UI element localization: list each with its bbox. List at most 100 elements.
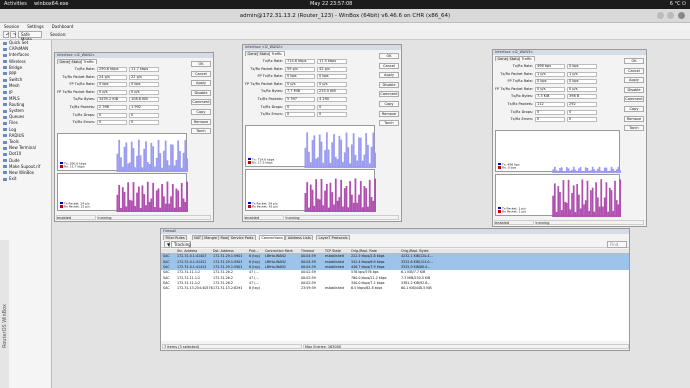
tab-bar: General Status Traffic (243, 50, 401, 56)
field-label: Tx/Rx Bytes: (72, 97, 95, 102)
field-row: FP Tx/Rx Rate: 0 bps 0 bps (493, 79, 603, 85)
remove-button[interactable]: Remove (624, 115, 644, 122)
table-cell: SAC (163, 286, 170, 291)
copy-button[interactable]: Copy (624, 106, 644, 112)
comment-button[interactable]: Comment (191, 99, 211, 106)
interface-window-1[interactable]: Interface <l2_WAN2> General Status Traffic T… (54, 52, 214, 222)
table-cell: 172.31.13.254:40576 (177, 286, 213, 291)
field-value-tx: 0 (97, 112, 127, 118)
field-row: Tx/Rx Packets: 2 398 1 992 (55, 105, 165, 110)
table-cell: established (325, 286, 344, 291)
menu-session[interactable]: Session (4, 24, 19, 29)
menu-icon (3, 66, 7, 70)
remove-button[interactable]: Remove (379, 110, 399, 117)
find-input[interactable]: Find (607, 241, 627, 248)
undo-button[interactable]: ↶ (3, 31, 9, 38)
apply-button[interactable]: Apply (191, 80, 211, 87)
field-label: Tx/Rx Errors: (260, 112, 283, 117)
field-row: Tx/Rx Rate: 714.6 kbps 17.5 kbps (243, 59, 353, 64)
clock[interactable]: May 22 23:57:08 (310, 0, 352, 9)
filter-icon[interactable]: ▼ (164, 241, 170, 248)
field-row: FP Tx/Rx Rate: 0 bps 0 bps (55, 82, 165, 88)
field-label: Tx/Rx Rate: (262, 59, 283, 63)
field-label: Tx/Rx Errors: (72, 120, 95, 125)
tab-traffic[interactable]: Traffic (269, 51, 285, 56)
activities-button[interactable]: Activities (4, 0, 27, 9)
apply-button[interactable]: Apply (624, 77, 644, 84)
menu-icon (3, 165, 7, 169)
status-running: running (97, 215, 211, 220)
legend-rx: Rx: 17.5 kbps (248, 161, 274, 165)
torch-button[interactable]: Torch (191, 128, 211, 135)
tab-traffic[interactable]: Traffic (519, 56, 535, 61)
field-value-tx: 2 398 (97, 105, 127, 110)
field-value-rx: 398 B (567, 94, 597, 100)
traffic-graph: Tx: 290.6 kbps Rx: 11.7 kbps (57, 133, 188, 172)
field-row: Tx/Rx Packets: 112 292 (493, 102, 603, 107)
field-row: FP Tx/Rx Packet Rate: 0 p/s 0 p/s (243, 81, 353, 87)
legend-rx-packet: Rx Packet: 22 p/s (60, 205, 90, 209)
minimize-button[interactable] (657, 12, 664, 19)
field-value-tx: 0 p/s (285, 81, 315, 87)
cancel-button[interactable]: Cancel (191, 70, 211, 77)
field-label: FP Tx/Rx Rate: (507, 79, 533, 84)
toolbar: ↶ ↷ Safe Mode Session: (0, 30, 690, 42)
redo-button[interactable]: ↷ (10, 31, 16, 38)
menu-icon (3, 60, 7, 64)
torch-button[interactable]: Torch (624, 125, 644, 132)
status-enabled: enabled (244, 215, 284, 220)
field-value-tx: 0 bps (535, 79, 565, 85)
ok-button[interactable]: OK (379, 53, 399, 59)
disable-button[interactable]: Disable (624, 86, 644, 93)
sidebar-item[interactable]: Exit (0, 176, 51, 182)
gnome-top-bar: Activities winbox64.exe May 22 23:57:08 … (0, 0, 690, 9)
menu-dashboard[interactable]: Dashboard (52, 24, 74, 29)
menu-icon (3, 121, 7, 125)
cancel-button[interactable]: Cancel (379, 62, 399, 69)
close-button[interactable] (678, 12, 685, 19)
interface-window-3[interactable]: Interface <l2_WAN3> General Status Traffic T… (492, 49, 647, 227)
menu-icon (3, 171, 7, 175)
disable-button[interactable]: Disable (191, 89, 211, 96)
field-row: Tx/Rx Bytes: 7.3 KiB 398 B (493, 94, 603, 100)
field-value-rx: 1 992 (129, 105, 159, 110)
interface-window-2[interactable]: Interface <l2_WAN2> General Status Traffic T… (242, 44, 402, 222)
field-value-rx: 1 p/s (567, 71, 597, 77)
field-label: Tx/Rx Bytes: (260, 89, 283, 94)
firewall-window[interactable]: Firewall Filter Rules NAT Mangle Raw Service… (160, 228, 630, 351)
ok-button[interactable]: OK (624, 58, 644, 64)
apply-button[interactable]: Apply (379, 72, 399, 79)
safe-mode-button[interactable]: Safe Mode (18, 31, 42, 42)
field-label: Tx/Rx Drops: (510, 109, 533, 114)
table-cell: 23:59:59 (301, 286, 316, 291)
field-value-tx: 7.7 MiB (285, 89, 315, 95)
menu-icon (3, 140, 7, 144)
tab-bar: General Status Traffic (55, 58, 213, 64)
items-count: 7 items (3 selected) (162, 344, 302, 349)
table-cell: 6.5 kbps/62.8 kbps (351, 286, 383, 291)
comment-button[interactable]: Comment (379, 91, 399, 98)
menu-icon (3, 128, 7, 132)
copy-button[interactable]: Copy (379, 101, 399, 107)
tab-traffic[interactable]: Traffic (81, 59, 97, 64)
field-row: Tx/Rx Rate: 290.6 kbps 11.7 kbps (55, 67, 165, 72)
menu-settings[interactable]: Settings (27, 24, 43, 29)
field-value-rx: 0 bps (129, 82, 159, 88)
maximize-button[interactable] (667, 12, 674, 19)
menu-icon (3, 91, 7, 94)
menu-icon (3, 146, 7, 150)
tracking-button[interactable]: Tracking (171, 241, 191, 248)
system-tray[interactable]: 6 °C ⏻ (670, 0, 686, 9)
disable-button[interactable]: Disable (379, 81, 399, 88)
field-label: Tx/Rx Rate: (512, 64, 533, 68)
remove-button[interactable]: Remove (191, 118, 211, 125)
comment-button[interactable]: Comment (624, 96, 644, 103)
copy-button[interactable]: Copy (191, 109, 211, 115)
torch-button[interactable]: Torch (379, 120, 399, 127)
field-value-rx: 0 (317, 104, 347, 110)
field-label: Tx/Rx Packet Rate: (250, 66, 283, 71)
table-row[interactable]: SAC 172.31.13.254:40576 172.31.13.2:8291 6 … (161, 286, 629, 291)
ok-button[interactable]: OK (191, 61, 211, 67)
cancel-button[interactable]: Cancel (624, 67, 644, 74)
app-menu[interactable]: winbox64.exe (34, 0, 69, 9)
